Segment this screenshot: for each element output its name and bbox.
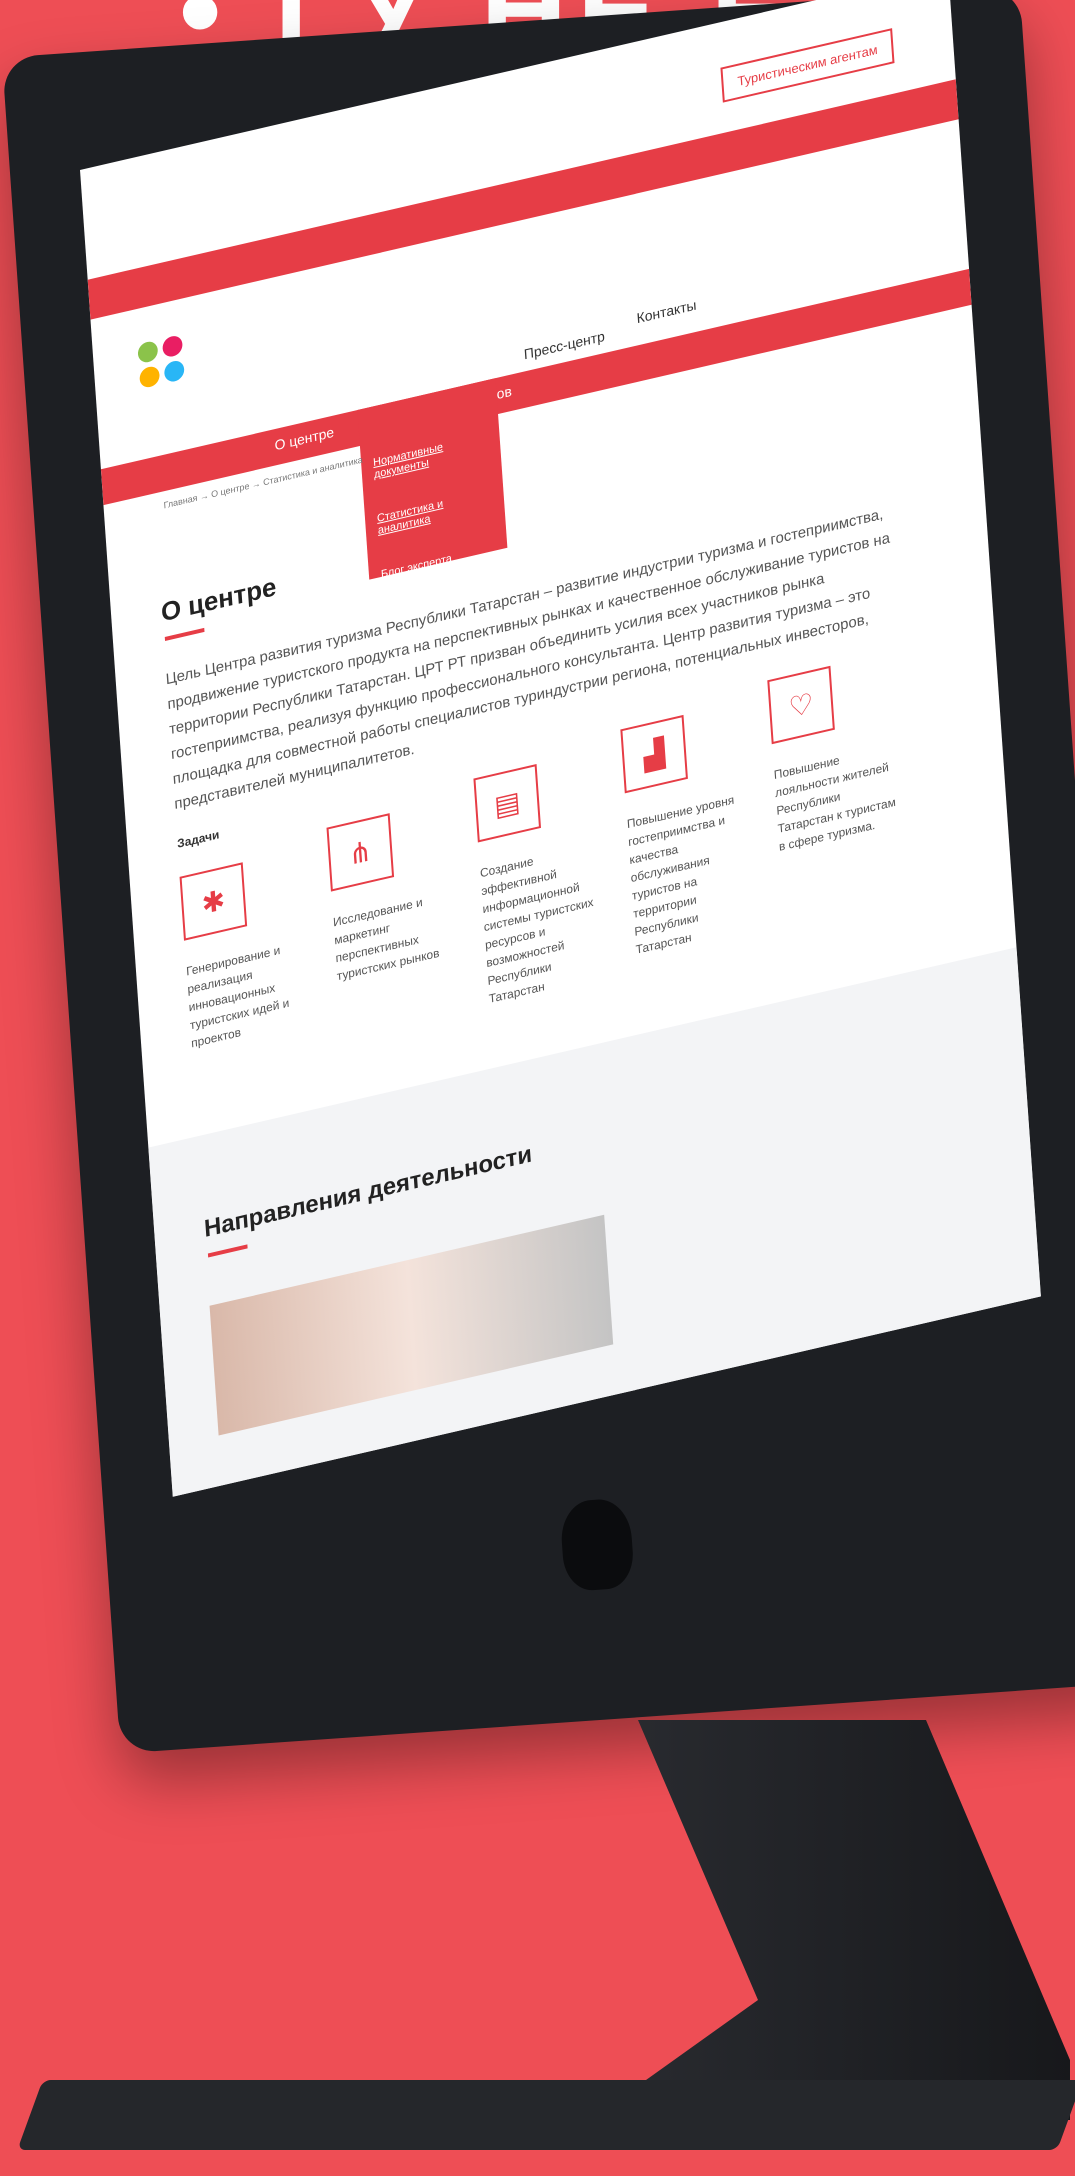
tasks-title: Задачи bbox=[176, 827, 220, 851]
nav-item-contacts[interactable]: Контакты bbox=[636, 296, 697, 326]
dropdown-item-blog[interactable]: Блог эксперта bbox=[381, 543, 496, 581]
task-text: Генерирование и реализация инновационных… bbox=[185, 942, 290, 1051]
task-item: ▟ Повышение уровня гостеприимства и каче… bbox=[620, 702, 754, 959]
nav-bar bbox=[100, 268, 972, 506]
logo-icon bbox=[137, 336, 185, 388]
task-text: Исследование и маркетинг перспективных т… bbox=[332, 894, 440, 984]
task-text: Повышение уровня гостеприимства и качест… bbox=[626, 792, 735, 957]
network-icon: ⋔ bbox=[326, 813, 395, 892]
heart-icon: ♡ bbox=[767, 665, 835, 745]
monitor-base bbox=[17, 2080, 1075, 2150]
professionals-dropdown: Нормативные документы Статистика и анали… bbox=[357, 378, 508, 581]
dropdown-item-statistics[interactable]: Статистика и аналитика bbox=[377, 487, 493, 537]
lightbulb-icon: ✱ bbox=[179, 862, 248, 941]
task-item: ⋔ Исследование и маркетинг перспективных… bbox=[326, 800, 455, 985]
tour-agents-button[interactable]: Туристическим агентам bbox=[720, 28, 895, 103]
task-item: ✱ Генерирование и реализация инновационн… bbox=[179, 850, 311, 1053]
title-underline bbox=[164, 627, 205, 641]
apple-logo-icon bbox=[559, 1497, 636, 1593]
monitor-stand bbox=[590, 1720, 1070, 2120]
logo-caption bbox=[201, 291, 339, 323]
chart-icon: ▟ bbox=[620, 714, 688, 794]
dropdown-item-documents[interactable]: Нормативные документы bbox=[373, 431, 489, 481]
task-text: Повышение лояльности жителей Республики … bbox=[773, 752, 897, 854]
website-screen: Туристическим агентам О центре Для профе… bbox=[80, 0, 1041, 1497]
task-item: ♡ Повышение лояльности жителей Республик… bbox=[767, 653, 898, 856]
task-item: ▤ Создание эффективной информационной си… bbox=[473, 751, 607, 1008]
task-text: Создание эффективной информационной сист… bbox=[479, 854, 594, 1007]
page-title: О центре bbox=[160, 570, 278, 628]
document-icon: ▤ bbox=[473, 764, 542, 843]
